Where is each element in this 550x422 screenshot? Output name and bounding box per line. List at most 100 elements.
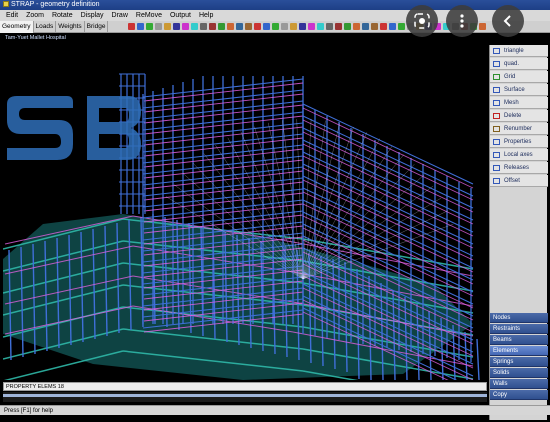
toolbar-tool-icon[interactable] bbox=[236, 23, 243, 30]
toolbar-tool-icon[interactable] bbox=[290, 23, 297, 30]
toolbar-tool-icon[interactable] bbox=[128, 23, 135, 30]
menu-output[interactable]: Output bbox=[166, 10, 195, 21]
toolbar-tool-icon[interactable] bbox=[398, 23, 405, 30]
command-label: triangle bbox=[504, 48, 524, 54]
command-label: Mesh bbox=[504, 100, 519, 106]
toolbar-tool-icon[interactable] bbox=[155, 23, 162, 30]
toolbar-tool-icon[interactable] bbox=[335, 23, 342, 30]
module-tabs: Geometry Loads Weights Bridge bbox=[0, 21, 109, 33]
axes-icon bbox=[493, 152, 500, 158]
toolbar-tool-icon[interactable] bbox=[308, 23, 315, 30]
toolbar-tool-icon[interactable] bbox=[182, 23, 189, 30]
group-nodes[interactable]: Nodes bbox=[490, 313, 548, 323]
watermark-logo bbox=[7, 96, 141, 160]
quad-icon bbox=[493, 61, 500, 67]
toolbar-tool-icon[interactable] bbox=[299, 23, 306, 30]
toolbar-tool-icon[interactable] bbox=[362, 23, 369, 30]
more-vert-icon[interactable] bbox=[446, 5, 478, 37]
strap-window: STRAP - geometry definition Edit Zoom Rota… bbox=[0, 0, 550, 422]
command-quad[interactable]: quad. bbox=[490, 58, 548, 70]
tab-geometry[interactable]: Geometry bbox=[0, 21, 34, 33]
mesh-icon bbox=[493, 100, 500, 106]
menu-help[interactable]: Help bbox=[195, 10, 217, 21]
menu-remove[interactable]: ReMove bbox=[132, 10, 166, 21]
menu-display[interactable]: Display bbox=[77, 10, 108, 21]
toolbar-tool-icon[interactable] bbox=[389, 23, 396, 30]
group-copy[interactable]: Copy bbox=[490, 390, 548, 400]
command-grid[interactable]: Grid bbox=[490, 71, 548, 83]
toolbar-tool-icon[interactable] bbox=[173, 23, 180, 30]
toolbar-tool-icon[interactable] bbox=[380, 23, 387, 30]
tab-loads[interactable]: Loads bbox=[34, 21, 57, 33]
toolbar-tool-icon[interactable] bbox=[200, 23, 207, 30]
menu-draw[interactable]: Draw bbox=[108, 10, 132, 21]
command-mesh[interactable]: Mesh bbox=[490, 97, 548, 109]
command-label: Delete bbox=[504, 113, 522, 119]
delete-icon bbox=[493, 113, 500, 119]
properties-icon bbox=[493, 139, 500, 145]
command-label: Local axes bbox=[504, 152, 533, 158]
toolbar-tool-icon[interactable] bbox=[137, 23, 144, 30]
command-line-strip bbox=[3, 394, 487, 397]
toolbar-tool-icon[interactable] bbox=[281, 23, 288, 30]
toolbar-tool-icon[interactable] bbox=[326, 23, 333, 30]
command-panel: triangle quad. Grid Surface Mesh Delete Renumb… bbox=[489, 45, 548, 420]
command-releases[interactable]: Releases bbox=[490, 162, 548, 174]
tab-weights[interactable]: Weights bbox=[56, 21, 85, 33]
triangle-icon bbox=[493, 48, 500, 54]
toolbar-tool-icon[interactable] bbox=[191, 23, 198, 30]
group-walls[interactable]: Walls bbox=[490, 379, 548, 389]
viewport-model-label: Tam-Yuet Mallet Hospital bbox=[5, 35, 66, 41]
group-springs[interactable]: Springs bbox=[490, 357, 548, 367]
command-offset[interactable]: Offset bbox=[490, 175, 548, 187]
command-properties[interactable]: Properties bbox=[490, 136, 548, 148]
command-label: Surface bbox=[504, 87, 525, 93]
command-label: Renumber bbox=[504, 126, 533, 132]
toolbar-tool-icon[interactable] bbox=[164, 23, 171, 30]
group-restraints[interactable]: Restraints bbox=[490, 324, 548, 334]
group-beams[interactable]: Beams bbox=[490, 335, 548, 345]
property-bar: PROPERTY ELEMS 18 bbox=[3, 382, 487, 391]
app-icon bbox=[3, 1, 9, 7]
toolbar-tool-icon[interactable] bbox=[218, 23, 225, 30]
back-icon[interactable] bbox=[492, 5, 524, 37]
command-label: Grid bbox=[504, 74, 516, 80]
status-bar: Press [F1] for help bbox=[0, 405, 550, 415]
renumber-icon bbox=[493, 126, 500, 132]
command-label: quad. bbox=[504, 61, 520, 67]
command-delete[interactable]: Delete bbox=[490, 110, 548, 122]
toolbar-tool-icon[interactable] bbox=[317, 23, 324, 30]
model-viewport[interactable]: Tam-Yuet Mallet Hospital bbox=[3, 34, 487, 380]
window-title: STRAP - geometry definition bbox=[11, 1, 100, 8]
command-local-axes[interactable]: Local axes bbox=[490, 149, 548, 161]
toolbar-tool-icon[interactable] bbox=[254, 23, 261, 30]
menu-edit[interactable]: Edit bbox=[0, 10, 22, 21]
offset-icon bbox=[493, 178, 500, 184]
command-renumber[interactable]: Renumber bbox=[490, 123, 548, 135]
command-label: Offset bbox=[504, 178, 520, 184]
group-solids[interactable]: Solids bbox=[490, 368, 548, 378]
toolbar-tool-icon[interactable] bbox=[146, 23, 153, 30]
toolbar-tool-icon[interactable] bbox=[245, 23, 252, 30]
menu-zoom[interactable]: Zoom bbox=[22, 10, 48, 21]
building-3d-model bbox=[3, 73, 480, 380]
toolbar-tool-icon[interactable] bbox=[344, 23, 351, 30]
lens-icon[interactable] bbox=[406, 5, 438, 37]
toolbar-tool-icon[interactable] bbox=[272, 23, 279, 30]
command-surface[interactable]: Surface bbox=[490, 84, 548, 96]
grid-icon bbox=[493, 74, 500, 80]
tab-bridge[interactable]: Bridge bbox=[85, 21, 109, 33]
command-label: Releases bbox=[504, 165, 530, 171]
command-line[interactable] bbox=[3, 392, 487, 402]
toolbar-tool-icon[interactable] bbox=[227, 23, 234, 30]
surface-icon bbox=[493, 87, 500, 93]
command-triangle[interactable]: triangle bbox=[490, 45, 548, 57]
releases-icon bbox=[493, 165, 500, 171]
toolbar-tool-icon[interactable] bbox=[209, 23, 216, 30]
toolbar-tool-icon[interactable] bbox=[263, 23, 270, 30]
toolbar-tool-icon[interactable] bbox=[353, 23, 360, 30]
menu-rotate[interactable]: Rotate bbox=[48, 10, 77, 21]
group-elements[interactable]: Elements bbox=[490, 346, 548, 356]
toolbar-tool-icon[interactable] bbox=[371, 23, 378, 30]
toolbar-tool-icon[interactable] bbox=[479, 23, 486, 30]
